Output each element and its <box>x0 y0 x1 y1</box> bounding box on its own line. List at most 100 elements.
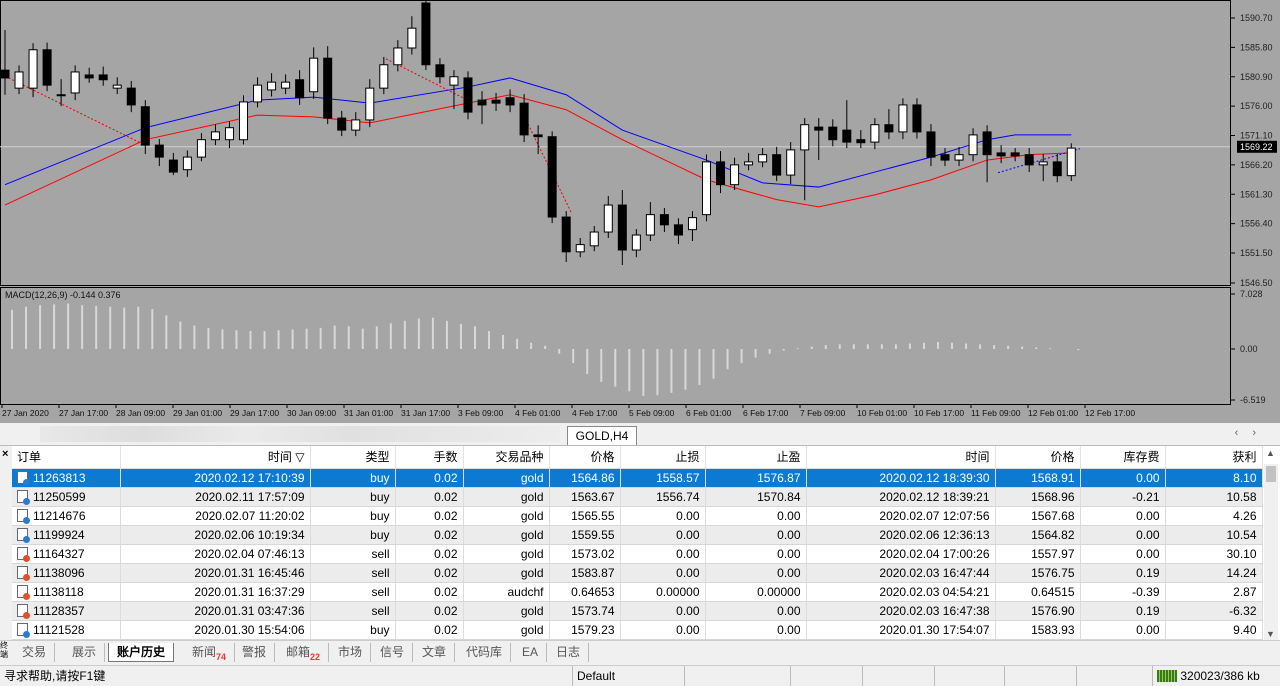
table-cell: 0.00 <box>705 506 807 526</box>
column-header[interactable]: 时间 <box>806 446 996 469</box>
table-row[interactable]: 11263813 2020.02.12 17:10:39 buy 0.02 gold 15… <box>12 468 1263 488</box>
sell-order-icon <box>17 565 30 581</box>
tab-4[interactable]: 警报 <box>234 643 276 662</box>
table-cell: 8.10 <box>1165 468 1263 488</box>
column-header[interactable]: 止损 <box>620 446 706 469</box>
column-header[interactable]: 时间 ▽ <box>120 446 311 469</box>
price-tick-label: 1590.70 <box>1240 13 1273 23</box>
column-header[interactable]: 手数 <box>395 446 464 469</box>
tab-3[interactable]: 新闻74 <box>184 643 236 662</box>
tab-badge: 74 <box>216 652 227 662</box>
order-id: 11128357 <box>33 603 85 618</box>
table-cell: 1570.84 <box>705 487 807 507</box>
scroll-down-icon[interactable]: ▼ <box>1266 629 1275 639</box>
scrollbar-thumb[interactable] <box>1266 466 1276 482</box>
tab-11[interactable]: 日志 <box>548 643 590 662</box>
order-cell: 11164327 <box>12 544 121 564</box>
table-cell: gold <box>463 487 550 507</box>
candle-bull <box>786 149 796 176</box>
candle-bear <box>842 129 852 143</box>
time-tick-label: 10 Feb 01:00 <box>857 408 907 418</box>
column-header[interactable]: 订单 <box>12 446 121 469</box>
column-header[interactable]: 止盈 <box>705 446 807 469</box>
price-chart[interactable]: 1590.70 1585.80 1580.90 1576.00 1571.10 1566.… <box>0 0 1280 423</box>
table-row[interactable]: 11250599 2020.02.11 17:57:09 buy 0.02 gold 15… <box>12 487 1263 507</box>
table-cell: 0.00 <box>705 563 807 583</box>
table-cell: gold <box>463 563 550 583</box>
column-header[interactable]: 价格 <box>549 446 621 469</box>
tab-7[interactable]: 信号 <box>372 643 414 662</box>
table-cell: 0.02 <box>395 487 464 507</box>
table-cell: sell <box>310 563 396 583</box>
candle-bull <box>28 49 38 89</box>
price-tick-label: 1571.10 <box>1240 131 1273 141</box>
candle-bull <box>758 154 768 163</box>
chart-canvas[interactable]: 1590.70 1585.80 1580.90 1576.00 1571.10 1566.… <box>0 0 1280 423</box>
table-row[interactable]: 11128357 2020.01.31 03:47:36 sell 0.02 gold 1… <box>12 601 1263 621</box>
time-tick-label: 10 Feb 17:00 <box>914 408 964 418</box>
tab-6[interactable]: 市场 <box>330 643 372 662</box>
terminal-sidebar: × <box>0 446 12 641</box>
chart-tab-gold-h4[interactable]: GOLD,H4 <box>567 426 637 445</box>
table-cell: 2.87 <box>1165 582 1263 602</box>
column-header[interactable]: 类型 <box>310 446 396 469</box>
price-tick-label: 1551.50 <box>1240 248 1273 258</box>
candle-bull <box>351 119 361 131</box>
candle-bull <box>379 64 389 89</box>
candle-bull <box>365 87 375 121</box>
table-row[interactable]: 11121528 2020.01.30 15:54:06 buy 0.02 gold 15… <box>12 620 1263 640</box>
tab-2[interactable]: 账户历史 <box>108 643 175 662</box>
time-tick-label: 29 Jan 17:00 <box>230 408 279 418</box>
vertical-scrollbar[interactable]: ▲ ▼ <box>1264 448 1278 641</box>
candle-bull <box>631 234 641 251</box>
tab-10[interactable]: EA <box>514 643 548 662</box>
candle-bull <box>56 94 66 97</box>
candle-bull <box>898 104 908 133</box>
table-cell: 0.00000 <box>705 582 807 602</box>
time-tick-label: 4 Feb 01:00 <box>515 408 561 418</box>
candle-bull <box>744 161 754 166</box>
table-row[interactable]: 11138118 2020.01.31 16:37:29 sell 0.02 audch… <box>12 582 1263 602</box>
tab-label: 展示 <box>72 645 97 659</box>
tab-scroll-arrows[interactable]: ‹› <box>1235 427 1270 439</box>
table-row[interactable]: 11214676 2020.02.07 11:20:02 buy 0.02 gold 15… <box>12 506 1263 526</box>
table-row[interactable]: 11138096 2020.01.31 16:45:46 sell 0.02 gold 1… <box>12 563 1263 583</box>
table-row[interactable]: 11199924 2020.02.06 10:19:34 buy 0.02 gold 15… <box>12 525 1263 545</box>
order-cell: 11199924 <box>12 525 121 545</box>
tab-8[interactable]: 文章 <box>414 643 456 662</box>
candle-bull <box>393 47 403 66</box>
table-cell: gold <box>463 601 550 621</box>
table-cell: 1558.57 <box>620 468 706 488</box>
macd-tick-label: 7.028 <box>1240 289 1263 299</box>
candle-bear <box>491 99 501 104</box>
table-cell: 0.19 <box>1080 601 1166 621</box>
candle-bear <box>519 102 529 136</box>
table-cell: audchf <box>463 582 550 602</box>
status-segment <box>790 666 862 686</box>
candle-bull <box>309 57 319 93</box>
table-cell: 0.00 <box>705 544 807 564</box>
table-cell: 1568.96 <box>995 487 1081 507</box>
candle-bear <box>126 87 136 106</box>
price-tick-label: 1580.90 <box>1240 72 1273 82</box>
scroll-up-icon[interactable]: ▲ <box>1266 448 1275 458</box>
order-cell: 11263813 <box>12 468 121 488</box>
time-tick-label: 12 Feb 17:00 <box>1085 408 1135 418</box>
column-header[interactable]: 获利 <box>1165 446 1263 469</box>
macd-tick-label: 0.00 <box>1240 344 1258 354</box>
column-header[interactable]: 交易品种 <box>463 446 550 469</box>
candle-bear <box>84 74 94 79</box>
close-icon[interactable]: × <box>2 448 8 460</box>
table-cell: -0.39 <box>1080 582 1166 602</box>
tab-0[interactable]: 交易 <box>14 643 56 662</box>
tab-5[interactable]: 邮箱22 <box>278 643 330 662</box>
table-cell: 0.02 <box>395 525 464 545</box>
tab-1[interactable]: 展示 <box>64 643 106 662</box>
tab-9[interactable]: 代码库 <box>458 643 512 662</box>
price-tick-label: 1585.80 <box>1240 42 1273 52</box>
column-header[interactable]: 库存费 <box>1080 446 1166 469</box>
table-cell: -6.32 <box>1165 601 1263 621</box>
table-row[interactable]: 11164327 2020.02.04 07:46:13 sell 0.02 gold 1… <box>12 544 1263 564</box>
column-header[interactable]: 价格 <box>995 446 1081 469</box>
candle-bull <box>1066 147 1076 177</box>
